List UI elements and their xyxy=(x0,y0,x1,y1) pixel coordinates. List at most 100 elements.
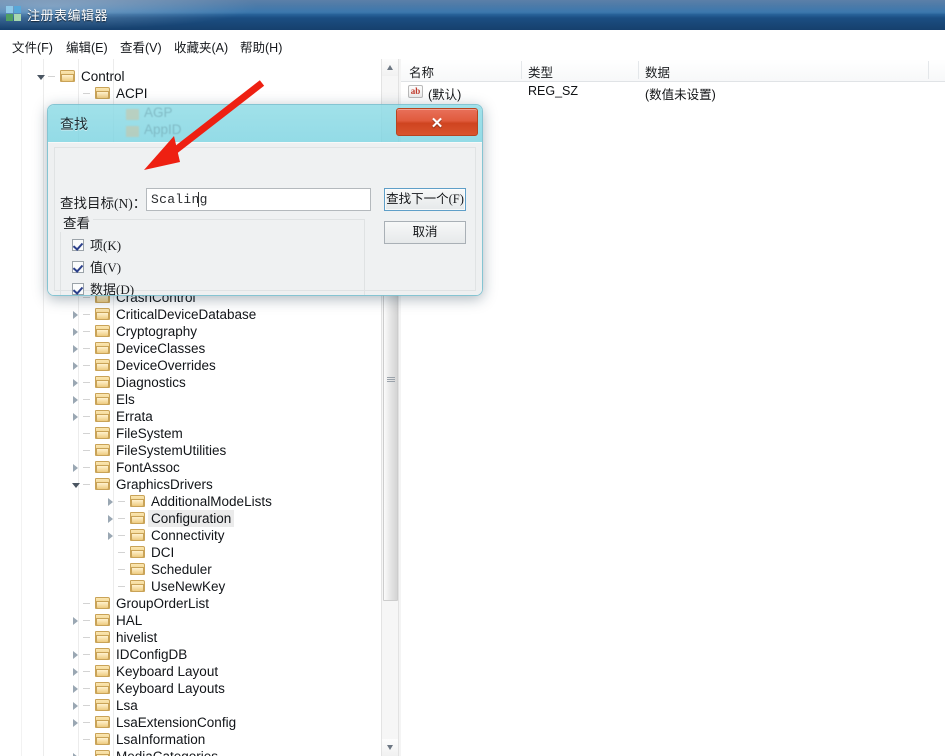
tree-item-label: Lsa xyxy=(116,698,138,713)
ab-string-value-icon: ab xyxy=(408,85,423,98)
scroll-down-arrow[interactable] xyxy=(382,739,399,756)
tree-item[interactable]: Control xyxy=(0,68,383,85)
chevron-right-icon[interactable] xyxy=(72,617,80,625)
tree-connector xyxy=(83,382,90,383)
chevron-down-icon[interactable] xyxy=(37,73,45,81)
column-divider[interactable] xyxy=(638,61,639,79)
tree-item-label: UseNewKey xyxy=(151,579,226,594)
chevron-right-icon[interactable] xyxy=(72,702,80,710)
column-header-name[interactable]: 名称 xyxy=(409,62,434,81)
folder-icon xyxy=(95,597,110,610)
folder-icon xyxy=(95,699,110,712)
tree-item[interactable]: GraphicsDrivers xyxy=(0,476,383,493)
folder-icon xyxy=(95,478,110,491)
tree-item[interactable]: AdditionalModeLists xyxy=(0,493,383,510)
menu-view[interactable]: 查看(V) xyxy=(116,36,166,57)
checkbox-data-box[interactable] xyxy=(72,283,84,295)
menu-help[interactable]: 帮助(H) xyxy=(236,36,286,57)
tree-connector xyxy=(83,467,90,468)
chevron-right-icon[interactable] xyxy=(72,345,80,353)
cancel-button[interactable]: 取消 xyxy=(384,221,466,244)
tree-connector xyxy=(83,433,90,434)
chevron-right-icon[interactable] xyxy=(72,413,80,421)
tree-item-label: hivelist xyxy=(116,630,158,645)
registry-editor-window: 注册表编辑器 文件(F) 编辑(E) 查看(V) 收藏夹(A) 帮助(H) Co… xyxy=(0,0,945,756)
chevron-right-icon[interactable] xyxy=(72,379,80,387)
tree-item[interactable]: FileSystem xyxy=(0,425,383,442)
chevron-right-icon[interactable] xyxy=(72,464,80,472)
search-input[interactable]: Scaling xyxy=(146,188,371,211)
background-tree-item: AppID xyxy=(144,122,182,137)
chevron-right-icon[interactable] xyxy=(72,668,80,676)
tree-item[interactable]: CriticalDeviceDatabase xyxy=(0,306,383,323)
chevron-right-icon[interactable] xyxy=(107,498,115,506)
folder-icon xyxy=(95,631,110,644)
tree-connector xyxy=(83,331,90,332)
column-header-data[interactable]: 数据 xyxy=(645,62,670,81)
chevron-right-icon[interactable] xyxy=(72,651,80,659)
folder-icon xyxy=(130,529,145,542)
tree-item-label: AdditionalModeLists xyxy=(151,494,272,509)
tree-item[interactable]: Keyboard Layout xyxy=(0,663,383,680)
column-divider[interactable] xyxy=(928,61,929,79)
chevron-right-icon[interactable] xyxy=(72,311,80,319)
checkbox-data-label: 数据(D) xyxy=(90,282,135,296)
checkbox-keys-box[interactable] xyxy=(72,239,84,251)
tree-item-label: GraphicsDrivers xyxy=(116,477,213,492)
folder-icon xyxy=(95,716,110,729)
tree-item[interactable]: LsaInformation xyxy=(0,731,383,748)
folder-icon xyxy=(126,109,139,120)
tree-item[interactable]: ACPI xyxy=(0,85,383,102)
menu-edit[interactable]: 编辑(E) xyxy=(62,36,112,57)
tree-item[interactable]: Keyboard Layouts xyxy=(0,680,383,697)
column-header-type[interactable]: 类型 xyxy=(528,62,553,81)
tree-item[interactable]: DCI xyxy=(0,544,383,561)
checkbox-values-box[interactable] xyxy=(72,261,84,273)
tree-item[interactable]: DeviceOverrides xyxy=(0,357,383,374)
tree-item[interactable]: LsaExtensionConfig xyxy=(0,714,383,731)
chevron-right-icon[interactable] xyxy=(107,532,115,540)
menu-favorites[interactable]: 收藏夹(A) xyxy=(170,36,232,57)
chevron-right-icon[interactable] xyxy=(107,515,115,523)
tree-item[interactable]: Scheduler xyxy=(0,561,383,578)
tree-item[interactable]: Errata xyxy=(0,408,383,425)
chevron-right-icon[interactable] xyxy=(72,362,80,370)
tree-item[interactable]: Lsa xyxy=(0,697,383,714)
tree-item[interactable]: DeviceClasses xyxy=(0,340,383,357)
window-title-bar: 注册表编辑器 xyxy=(0,0,945,30)
tree-item[interactable]: GroupOrderList xyxy=(0,595,383,612)
tree-item-label: Control xyxy=(81,69,125,84)
column-divider[interactable] xyxy=(521,61,522,79)
find-dialog[interactable]: AGP AppID 查找 ✕ 查找目标(N)： Scaling 查找下一个(F)… xyxy=(47,104,483,296)
tree-item[interactable]: IDConfigDB xyxy=(0,646,383,663)
tree-connector xyxy=(83,450,90,451)
tree-item[interactable]: FileSystemUtilities xyxy=(0,442,383,459)
chevron-right-icon[interactable] xyxy=(72,396,80,404)
chevron-right-icon[interactable] xyxy=(72,685,80,693)
tree-item[interactable]: hivelist xyxy=(0,629,383,646)
tree-connector xyxy=(118,569,125,570)
tree-item[interactable]: HAL xyxy=(0,612,383,629)
tree-item[interactable]: Configuration xyxy=(0,510,383,527)
find-next-button[interactable]: 查找下一个(F) xyxy=(384,188,466,211)
close-icon[interactable]: ✕ xyxy=(396,108,478,136)
folder-icon xyxy=(95,87,110,100)
menu-file[interactable]: 文件(F) xyxy=(8,36,57,57)
tree-connector xyxy=(48,76,55,77)
tree-item[interactable]: Connectivity xyxy=(0,527,383,544)
scroll-up-arrow[interactable] xyxy=(382,59,399,76)
tree-item[interactable]: Diagnostics xyxy=(0,374,383,391)
tree-item[interactable]: Cryptography xyxy=(0,323,383,340)
tree-item[interactable]: FontAssoc xyxy=(0,459,383,476)
value-type: REG_SZ xyxy=(528,84,579,98)
tree-item[interactable]: UseNewKey xyxy=(0,578,383,595)
table-row[interactable]: ab (默认) REG_SZ (数值未设置) xyxy=(401,82,945,102)
chevron-down-icon[interactable] xyxy=(72,481,80,489)
tree-item-label: Diagnostics xyxy=(116,375,186,390)
search-input-value: Scaling xyxy=(151,192,208,207)
tree-item[interactable]: Els xyxy=(0,391,383,408)
chevron-right-icon[interactable] xyxy=(72,328,80,336)
folder-icon xyxy=(60,70,75,83)
chevron-right-icon[interactable] xyxy=(72,719,80,727)
tree-item[interactable]: MediaCategories xyxy=(0,748,383,756)
